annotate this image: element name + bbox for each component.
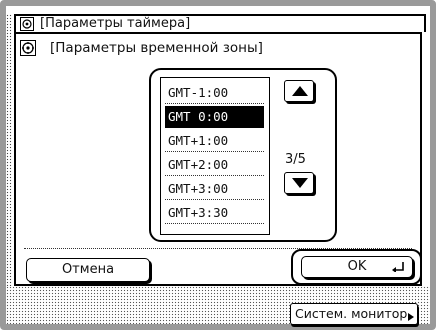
background-window-title-bar: [Параметры таймера]: [14, 14, 426, 32]
page-indicator: 3/5: [285, 152, 306, 167]
small-arrow-icon: [408, 313, 414, 321]
timezone-option[interactable]: GMT+3:30: [165, 202, 264, 224]
enter-return-icon: [392, 262, 404, 272]
device-screen: [Параметры таймера] [Параметры временной…: [0, 0, 436, 330]
timezone-list: GMT-1:00 GMT 0:00 GMT+1:00 GMT+2:00 GMT+…: [160, 77, 270, 235]
timezone-settings-dialog: [Параметры временной зоны] GMT-1:00 GMT …: [14, 32, 422, 286]
dialog-title: [Параметры временной зоны]: [50, 40, 263, 56]
timezone-option[interactable]: GMT+2:00: [165, 154, 264, 176]
status-monitor-label: Систем. монитор: [295, 306, 408, 321]
dialog-header: [Параметры временной зоны]: [16, 34, 420, 62]
background-window-title: [Параметры таймера]: [40, 16, 191, 31]
timezone-option[interactable]: GMT+1:00: [165, 130, 264, 152]
cancel-button[interactable]: Отмена: [26, 258, 150, 282]
ok-button[interactable]: OK: [301, 256, 413, 278]
timezone-option[interactable]: GMT-1:00: [165, 82, 264, 104]
timezone-option-selected[interactable]: GMT 0:00: [165, 106, 264, 128]
scroll-up-button[interactable]: [284, 80, 314, 102]
timezone-option[interactable]: GMT+3:00: [165, 178, 264, 200]
settings-gear-icon: [20, 17, 34, 31]
triangle-down-icon: [292, 178, 308, 188]
ok-button-highlight-frame: OK: [291, 249, 422, 285]
timezone-list-panel: GMT-1:00 GMT 0:00 GMT+1:00 GMT+2:00 GMT+…: [149, 68, 337, 242]
scroll-down-button[interactable]: [284, 172, 314, 194]
status-monitor-button[interactable]: Систем. монитор: [290, 303, 418, 325]
settings-gear-icon: [20, 40, 36, 56]
triangle-up-icon: [292, 86, 308, 96]
dotted-background-left: [6, 14, 12, 286]
